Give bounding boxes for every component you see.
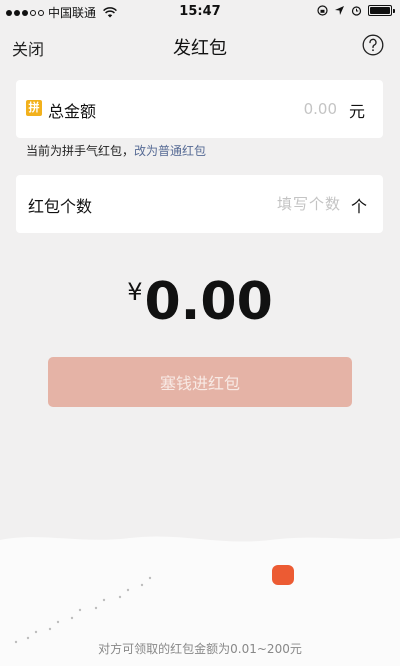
currency-symbol: ¥ xyxy=(127,278,143,306)
rotation-lock-icon xyxy=(317,5,328,16)
nav-bar: 关闭 发红包 xyxy=(0,22,400,68)
red-lantern-icon xyxy=(272,565,294,585)
amount-label: 总金额 xyxy=(48,102,97,121)
question-circle-icon[interactable] xyxy=(362,34,384,56)
count-card: 红包个数 个 xyxy=(16,175,383,233)
mode-hint-text: 当前为拼手气红包， xyxy=(26,144,135,158)
alarm-icon xyxy=(351,6,362,16)
battery-icon xyxy=(368,5,395,16)
footer-hint: 对方可领取的红包金额为0.01~200元 xyxy=(98,642,302,656)
switch-mode-link[interactable]: 改为普通红包 xyxy=(134,144,206,158)
submit-button[interactable]: 塞钱进红包 xyxy=(48,357,352,407)
total-amount: ¥0.00 xyxy=(0,272,400,332)
total-value: 0.00 xyxy=(144,272,273,332)
count-input[interactable] xyxy=(191,191,341,217)
status-right xyxy=(317,5,395,16)
amount-input[interactable] xyxy=(187,96,337,122)
count-unit: 个 xyxy=(350,197,367,216)
page-title: 发红包 xyxy=(173,38,227,59)
amount-unit: 元 xyxy=(348,102,365,121)
mode-hint: 当前为拼手气红包，改为普通红包 xyxy=(26,142,206,159)
lucky-badge-icon: 拼 xyxy=(26,100,42,116)
status-bar: 中国联通 15:47 xyxy=(0,0,400,22)
amount-card: 拼 总金额 元 xyxy=(16,80,383,138)
location-icon xyxy=(335,6,344,15)
count-label: 红包个数 xyxy=(28,197,93,216)
